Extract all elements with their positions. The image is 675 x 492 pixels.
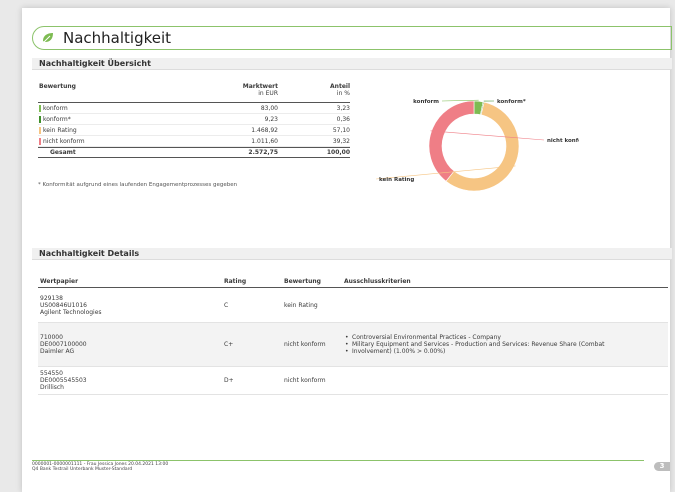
donut-label: konform* — [497, 99, 526, 105]
legend-swatch — [39, 115, 41, 123]
overview-row-anteil: 0,36 — [336, 115, 350, 123]
total-anteil: 100,00 — [326, 149, 350, 156]
bewertung-cell: kein Rating — [284, 301, 318, 309]
details-heading: Nachhaltigkeit Details — [32, 248, 672, 260]
overview-heading: Nachhaltigkeit Übersicht — [32, 58, 672, 70]
rating-cell: C — [224, 301, 229, 309]
overview-footnote: * Konformität aufgrund eines laufenden E… — [38, 182, 238, 188]
overview-row-marktwert: 83,00 — [260, 104, 278, 112]
footer-text: 0000001-0000001111 - Frau Jessica Jones … — [32, 462, 168, 472]
rating-cell: D+ — [224, 377, 234, 384]
overview-row-marktwert: 9,23 — [264, 115, 278, 123]
donut-label: konform — [413, 99, 439, 105]
col-anteil-label: Anteil — [330, 83, 350, 90]
overview-table: Bewertung Marktwert in EUR Anteil in % k… — [38, 81, 350, 158]
details-table: Wertpapier Rating Bewertung Ausschlusskr… — [38, 276, 668, 395]
footer-divider — [32, 460, 644, 461]
overview-table-header: Bewertung Marktwert in EUR Anteil in % — [38, 81, 350, 103]
overview-row-anteil: 39,32 — [332, 137, 350, 145]
col-anteil-header: Anteil in % — [278, 83, 350, 97]
overview-row-label: konform — [43, 104, 68, 112]
ausschluss-item: Involvement) (1.00% > 0.00%) — [344, 348, 668, 355]
col-marktwert-label: Marktwert — [242, 83, 278, 90]
wertpapier-cell: 929138 US00846U1016 Agilent Technologies — [38, 295, 224, 316]
overview-row-marktwert: 1.468,92 — [251, 126, 278, 134]
ausschluss-item: Controversial Environmental Practices - … — [344, 334, 668, 341]
donut-slice-nicht-konform — [428, 100, 475, 182]
overview-row-label: kein Rating — [43, 126, 77, 134]
wertpapier-nr: 710000 — [40, 334, 63, 341]
overview-row-label-cell: kein Rating — [38, 126, 188, 134]
page-number: 3 — [654, 462, 670, 471]
legend-swatch — [39, 126, 41, 134]
overview-total-row: Gesamt 2.572,75 100,00 — [38, 147, 350, 158]
wertpapier-cell: 554550 DE0005545503 Drillisch — [38, 370, 224, 391]
overview-row-anteil: 3,23 — [336, 104, 350, 112]
overview-row: kein Rating 1.468,92 57,10 — [38, 125, 350, 136]
report-page: Nachhaltigkeit Nachhaltigkeit Übersicht … — [22, 8, 672, 492]
rating-cell: C+ — [224, 341, 234, 348]
total-label: Gesamt — [50, 149, 76, 156]
overview-row-label-cell: konform — [38, 104, 188, 112]
overview-row-label: nicht konform — [43, 137, 85, 145]
leaf-icon — [42, 33, 53, 44]
footer-line-2: Q4 Bank Testrail Unterbank Muster-Standa… — [32, 467, 133, 472]
ausschluss-item: Military Equipment and Services - Produc… — [344, 341, 668, 348]
bewertung-cell: nicht konform — [284, 341, 326, 348]
donut-leader-line — [430, 130, 545, 141]
wertpapier-name: Agilent Technologies — [40, 308, 102, 316]
page-title-box: Nachhaltigkeit — [32, 26, 672, 50]
legend-swatch — [39, 104, 41, 112]
legend-swatch — [39, 137, 41, 145]
wertpapier-isin: DE0007100000 — [40, 341, 87, 348]
details-row: 554550 DE0005545503 Drillisch D+ nicht konfo… — [38, 367, 668, 395]
details-row: 929138 US00846U1016 Agilent Technologies Ck… — [38, 288, 668, 323]
wertpapier-name: Drillisch — [40, 384, 64, 391]
overview-row: konform 83,00 3,23 — [38, 103, 350, 114]
wertpapier-nr: 929138 — [40, 294, 63, 302]
wertpapier-isin: US00846U1016 — [40, 301, 87, 309]
donut-label: kein Rating — [379, 177, 414, 183]
overview-row: konform* 9,23 0,36 — [38, 114, 350, 125]
col-ausschluss-header: Ausschlusskriterien — [344, 278, 411, 285]
total-marktwert: 2.572,75 — [248, 149, 278, 156]
overview-row-anteil: 57,10 — [332, 126, 350, 134]
col-bewertung-header: Bewertung — [39, 83, 76, 90]
overview-row-label: konform* — [43, 115, 71, 123]
col-bewertung-header: Bewertung — [284, 278, 321, 285]
col-wertpapier-header: Wertpapier — [40, 278, 79, 285]
overview-row: nicht konform 1.011,60 39,32 — [38, 136, 350, 147]
sustainability-donut-chart: konform konform* kein Rating nicht konform — [375, 99, 579, 192]
col-marktwert-header: Marktwert in EUR — [188, 83, 278, 97]
details-table-header: Wertpapier Rating Bewertung Ausschlusskr… — [38, 276, 668, 288]
wertpapier-name: Daimler AG — [40, 348, 75, 355]
overview-row-label-cell: konform* — [38, 115, 188, 123]
col-anteil-unit: in % — [336, 90, 350, 97]
col-rating-header: Rating — [224, 278, 247, 285]
wertpapier-isin: DE0005545503 — [40, 377, 87, 384]
bewertung-cell: nicht konform — [284, 377, 326, 384]
page-title: Nachhaltigkeit — [63, 29, 172, 47]
ausschluss-cell: Controversial Environmental Practices - … — [344, 334, 668, 355]
donut-label: nicht konform — [547, 138, 579, 144]
details-row: 710000 DE0007100000 Daimler AG C+ nicht konf… — [38, 323, 668, 367]
overview-row-label-cell: nicht konform — [38, 137, 188, 145]
col-marktwert-unit: in EUR — [258, 90, 278, 97]
wertpapier-nr: 554550 — [40, 370, 63, 377]
wertpapier-cell: 710000 DE0007100000 Daimler AG — [38, 334, 224, 355]
overview-row-marktwert: 1.011,60 — [251, 137, 278, 145]
